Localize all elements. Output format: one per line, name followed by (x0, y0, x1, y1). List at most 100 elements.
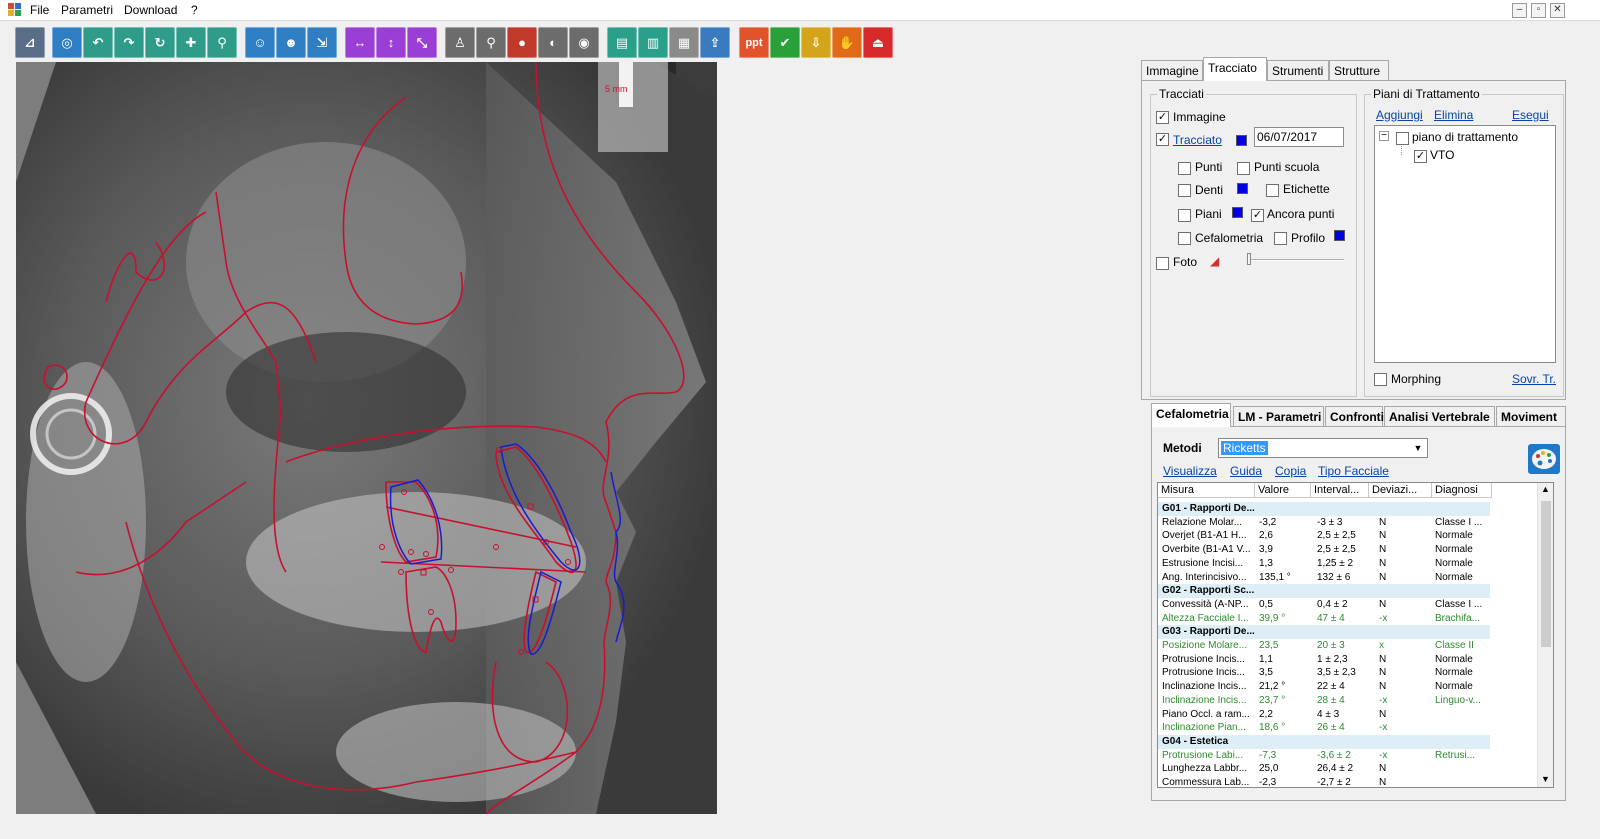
scroll-up-icon[interactable]: ▲ (1541, 484, 1550, 494)
punti-scuola-checkbox[interactable] (1237, 162, 1250, 175)
aggiungi-link[interactable]: Aggiungi (1376, 108, 1423, 122)
opacity-slider-track[interactable] (1248, 259, 1344, 261)
profile-import-icon[interactable]: ⇲ (307, 27, 337, 58)
paint-brush-icon[interactable]: ◢ (1210, 254, 1219, 268)
hand-icon[interactable]: ✋ (832, 27, 862, 58)
col-misura[interactable]: Misura (1158, 483, 1255, 498)
powerpoint-icon[interactable]: ppt (739, 27, 769, 58)
profilo-color-swatch[interactable] (1334, 230, 1345, 241)
print-preview-icon[interactable]: ▥ (638, 27, 668, 58)
tree-collapse-icon[interactable]: − (1379, 131, 1389, 141)
table-row[interactable]: Inclinazione Incis... 23,7 ° 28 ± 4 -x Lingu… (1158, 694, 1490, 708)
table-row[interactable]: Protrusione Labi... -7,3 -3,6 ± 2 -x Retrusi… (1158, 749, 1490, 763)
close-button[interactable]: ✕ (1550, 3, 1565, 18)
immagine-checkbox[interactable]: ✓ (1156, 111, 1169, 124)
table-row[interactable]: Convessità (A-NP... 0,5 0,4 ± 2 N Classe I .… (1158, 598, 1490, 612)
tab-lm-parametri[interactable]: LM - Parametri (1233, 406, 1324, 426)
person-profile-icon[interactable]: ♙ (445, 27, 475, 58)
scrollbar-thumb[interactable] (1541, 501, 1551, 647)
date-field[interactable] (1254, 127, 1344, 147)
exit-icon[interactable]: ⏏ (863, 27, 893, 58)
group-row[interactable]: G01 - Rapporti De... (1158, 502, 1490, 516)
patient-search-icon[interactable]: ☻ (276, 27, 306, 58)
print-report-icon[interactable]: ▦ (669, 27, 699, 58)
guida-link[interactable]: Guida (1230, 464, 1262, 478)
table-row[interactable]: Lunghezza Labbr... 25,0 26,4 ± 2 N (1158, 762, 1490, 776)
table-row[interactable]: Posizione Molare... 23,5 20 ± 3 x Classe II (1158, 639, 1490, 653)
scroll-down-icon[interactable]: ▼ (1541, 774, 1550, 784)
sovr-tr-link[interactable]: Sovr. Tr. (1512, 372, 1556, 386)
denti-color-swatch[interactable] (1237, 183, 1248, 194)
point-zoom-icon[interactable]: ◎ (52, 27, 82, 58)
eye-icon[interactable]: ◉ (569, 27, 599, 58)
table-row[interactable]: Inclinazione Pian... 18,6 ° 26 ± 4 -x (1158, 721, 1490, 735)
punti-checkbox[interactable] (1178, 162, 1191, 175)
table-row[interactable]: Inclinazione Incis... 21,2 ° 22 ± 4 N Normal… (1158, 680, 1490, 694)
move-diagonal-icon[interactable]: ⤡ (407, 27, 437, 58)
piani-color-swatch[interactable] (1232, 207, 1243, 218)
tracciato-link[interactable]: Tracciato (1173, 133, 1222, 147)
redo-icon[interactable]: ↷ (114, 27, 144, 58)
download-icon[interactable]: ⇩ (801, 27, 831, 58)
metodi-select[interactable]: Ricketts ▼ (1218, 438, 1428, 458)
dropdown-arrow-icon[interactable]: ▼ (1411, 440, 1425, 456)
ancora-punti-checkbox[interactable]: ✓ (1251, 209, 1264, 222)
group-row[interactable]: G03 - Rapporti De... (1158, 625, 1490, 640)
tracciato-checkbox[interactable]: ✓ (1156, 133, 1169, 146)
tree-root-label[interactable]: piano di trattamento (1412, 130, 1518, 144)
tab-movimenti[interactable]: Moviment (1496, 406, 1566, 426)
table-row[interactable]: Estrusione Incisi... 1,3 1,25 ± 2 N Normale (1158, 557, 1490, 571)
cefalometria-checkbox[interactable] (1178, 232, 1191, 245)
table-row[interactable]: Protrusione Incis... 1,1 1 ± 2,3 N Normale (1158, 653, 1490, 667)
vto-checkbox[interactable]: ✓ (1414, 150, 1427, 163)
palette-icon[interactable] (1528, 444, 1560, 474)
tab-strutture[interactable]: Strutture (1329, 60, 1389, 80)
tipo-facciale-link[interactable]: Tipo Facciale (1318, 464, 1389, 478)
point-add-icon[interactable]: ✚ (176, 27, 206, 58)
export-icon[interactable]: ⇪ (700, 27, 730, 58)
esegui-link[interactable]: Esegui (1512, 108, 1549, 122)
group-row[interactable]: G02 - Rapporti Sc... (1158, 584, 1490, 599)
lips-icon[interactable]: ● (507, 27, 537, 58)
cephalometric-image[interactable]: 5 mm (16, 62, 717, 814)
opacity-slider-thumb[interactable] (1247, 253, 1251, 265)
col-diagnosi[interactable]: Diagnosi (1432, 483, 1492, 498)
check-icon[interactable]: ✔ (770, 27, 800, 58)
menu-parametri[interactable]: Parametri (61, 3, 113, 17)
table-scrollbar[interactable]: ▲ ▼ (1537, 483, 1553, 787)
table-row[interactable]: Relazione Molar... -3,2 -3 ± 3 N Classe I ..… (1158, 516, 1490, 530)
point-search-icon[interactable]: ⚲ (207, 27, 237, 58)
magnifier-icon[interactable]: ⚲ (476, 27, 506, 58)
col-intervallo[interactable]: Interval... (1311, 483, 1369, 498)
undo-icon[interactable]: ↶ (83, 27, 113, 58)
etichette-checkbox[interactable] (1266, 184, 1279, 197)
tab-tracciato[interactable]: Tracciato (1203, 57, 1267, 81)
tree-child-label[interactable]: VTO (1430, 148, 1454, 162)
menu-download[interactable]: Download (124, 3, 177, 17)
elimina-link[interactable]: Elimina (1434, 108, 1473, 122)
menu-file[interactable]: File (30, 3, 49, 17)
copia-link[interactable]: Copia (1275, 464, 1306, 478)
tab-analisi-vertebrale[interactable]: Analisi Vertebrale (1384, 406, 1495, 426)
table-row[interactable]: Piano Occl. a ram... 2,2 4 ± 3 N (1158, 708, 1490, 722)
treatment-tree[interactable] (1374, 125, 1556, 363)
patient-photo-icon[interactable]: ☺ (245, 27, 275, 58)
profilo-checkbox[interactable] (1274, 232, 1287, 245)
tab-confronti[interactable]: Confronti (1325, 406, 1384, 426)
col-valore[interactable]: Valore (1255, 483, 1311, 498)
menu-help[interactable]: ? (191, 3, 198, 17)
tracciato-color-swatch[interactable] (1236, 135, 1247, 146)
rotate-point-icon[interactable]: ↻ (145, 27, 175, 58)
restore-button[interactable]: ▫ (1531, 3, 1546, 18)
table-row[interactable]: Protrusione Incis... 3,5 3,5 ± 2,3 N Normale (1158, 666, 1490, 680)
minimize-button[interactable]: – (1512, 3, 1527, 18)
face-contour-icon[interactable]: ◐ (538, 27, 568, 58)
table-row[interactable]: Commessura Lab... -2,3 -2,7 ± 2 N (1158, 776, 1490, 787)
visualizza-link[interactable]: Visualizza (1163, 464, 1217, 478)
piano-checkbox[interactable] (1396, 132, 1409, 145)
morphing-checkbox[interactable] (1374, 373, 1387, 386)
table-row[interactable]: Altezza Facciale I... 39,9 ° 47 ± 4 -x Brach… (1158, 612, 1490, 626)
foto-checkbox[interactable] (1156, 257, 1169, 270)
move-vertical-icon[interactable]: ↕ (376, 27, 406, 58)
tab-strumenti[interactable]: Strumenti (1267, 60, 1329, 80)
